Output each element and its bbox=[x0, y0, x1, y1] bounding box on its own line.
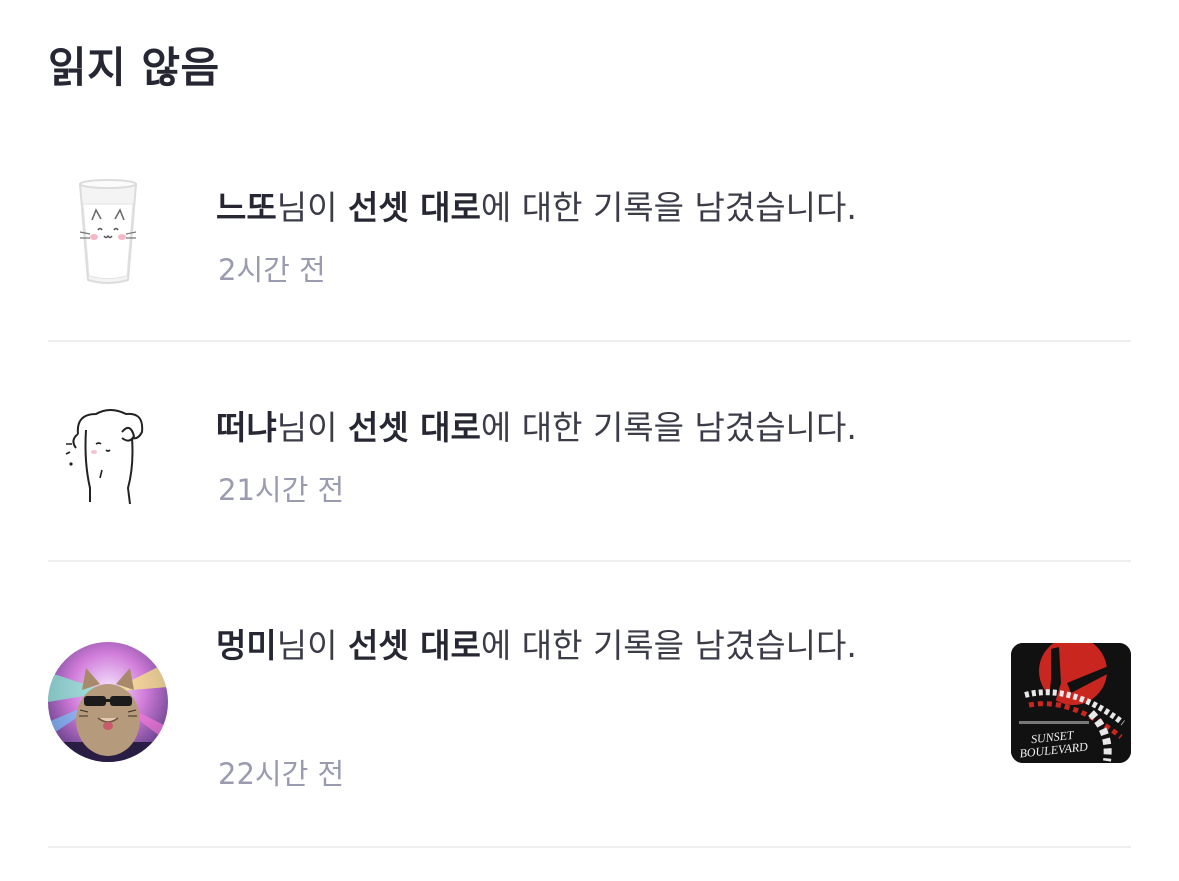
movie-title[interactable]: 선셋 대로 bbox=[348, 188, 481, 227]
movie-title[interactable]: 선셋 대로 bbox=[348, 408, 481, 447]
message-text: 님이 bbox=[276, 626, 348, 665]
notification-item[interactable]: 떠냐님이 선셋 대로에 대한 기록을 남겼습니다. 21시간 전 bbox=[48, 342, 1131, 562]
movie-title[interactable]: 선셋 대로 bbox=[348, 626, 481, 665]
message-text: 에 대한 기록을 남겼습니다. bbox=[480, 626, 857, 665]
notification-message: 멍미님이 선셋 대로에 대한 기록을 남겼습니다. bbox=[216, 612, 946, 679]
notification-message: 느또님이 선셋 대로에 대한 기록을 남겼습니다. bbox=[216, 180, 1096, 235]
page-title: 읽지 않음 bbox=[48, 43, 220, 92]
milk-cat-avatar-icon[interactable] bbox=[48, 172, 168, 292]
sunglasses-cat-avatar-icon[interactable] bbox=[48, 642, 168, 762]
user-name[interactable]: 느또 bbox=[216, 188, 277, 227]
notification-item[interactable]: 느또님이 선셋 대로에 대한 기록을 남겼습니다. 2시간 전 bbox=[48, 122, 1131, 342]
user-name[interactable]: 떠냐 bbox=[216, 408, 277, 447]
notification-item[interactable] bbox=[48, 562, 1131, 848]
doodle-dog-avatar-icon[interactable] bbox=[48, 392, 168, 512]
movie-poster-thumbnail[interactable]: SUNSET BOULEVARD bbox=[1011, 643, 1131, 763]
notification-list: 느또님이 선셋 대로에 대한 기록을 남겼습니다. 2시간 전 떠냐님이 선셋 … bbox=[48, 122, 1131, 848]
message-text: 님이 bbox=[276, 408, 348, 447]
timestamp: 2시간 전 bbox=[218, 253, 326, 287]
notification-message: 떠냐님이 선셋 대로에 대한 기록을 남겼습니다. bbox=[216, 400, 1096, 455]
message-text: 님이 bbox=[276, 188, 348, 227]
user-name[interactable]: 멍미 bbox=[216, 626, 277, 665]
timestamp: 21시간 전 bbox=[218, 473, 345, 507]
message-text: 에 대한 기록을 남겼습니다. bbox=[480, 188, 857, 227]
message-text: 에 대한 기록을 남겼습니다. bbox=[480, 408, 857, 447]
timestamp: 22시간 전 bbox=[218, 757, 345, 791]
